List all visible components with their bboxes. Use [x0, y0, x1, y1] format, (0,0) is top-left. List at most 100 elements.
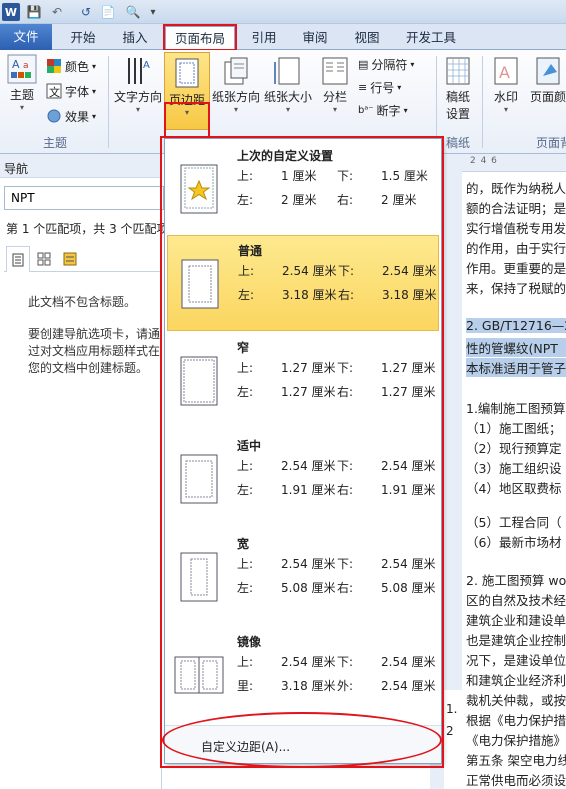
- customize-toolbar-icon[interactable]: ▾: [148, 3, 158, 21]
- left-margin-label: 左:: [237, 385, 254, 399]
- group-label-page-background: 页面背: [535, 136, 566, 150]
- size-label: 纸张大小: [263, 90, 312, 104]
- bottom-margin-value: 1.27 厘米: [381, 361, 436, 375]
- group-label-draft: 稿纸: [445, 136, 470, 150]
- orientation-button[interactable]: 纸张方向 ▾: [210, 56, 262, 114]
- top-margin-value: 2.54 厘米: [281, 557, 336, 571]
- page-color-label: 页面颜: [529, 90, 566, 104]
- tab-nav-headings[interactable]: [6, 246, 30, 272]
- size-button[interactable]: 纸张大小 ▾: [262, 56, 314, 114]
- margin-option-normal[interactable]: 普通 上: 2.54 厘米 下: 2.54 厘米 左: 3.18 厘米 右: 3.18 厘米: [167, 235, 439, 331]
- margin-option-mirrored[interactable]: 镜像 上: 2.54 厘米 下: 2.54 厘米 里: 3.18 厘米 外: 2.54 厘米: [167, 627, 439, 723]
- top-margin-label: 上:: [238, 264, 255, 278]
- watermark-label: 水印: [493, 90, 518, 104]
- tab-review[interactable]: 审阅: [292, 26, 338, 50]
- themes-label: 主题: [9, 88, 34, 102]
- chevron-down-icon: ▾: [92, 86, 97, 96]
- margin-option-narrow[interactable]: 窄 上: 1.27 厘米 下: 1.27 厘米 左: 1.27 厘米 右: 1.27 厘米: [167, 333, 439, 429]
- margin-option-moderate[interactable]: 适中 上: 2.54 厘米 下: 2.54 厘米 左: 1.91 厘米 右: 1.91 厘米: [167, 431, 439, 527]
- columns-icon: [322, 57, 348, 85]
- new-document-icon[interactable]: 📄: [100, 3, 116, 21]
- custom-margins-menu-item[interactable]: 自定义边距(A)...: [201, 738, 290, 755]
- document-page[interactable]: 的，既作为纳税人应 额的合法证明；是 实行增值税专用发 的作用，由于实行 作用。…: [462, 172, 566, 789]
- group-label-themes: 主题: [42, 136, 67, 150]
- tab-page-layout[interactable]: 页面布局: [165, 26, 235, 50]
- svg-text:A: A: [499, 63, 510, 82]
- doc-line: 《电力保护措施》: [466, 733, 566, 748]
- margin-option-name: 上次的自定义设置: [237, 149, 334, 163]
- chevron-down-icon: ▾: [285, 105, 290, 114]
- top-margin-label: 上:: [237, 459, 254, 473]
- last-custom-margin-icon: [180, 164, 218, 214]
- text-direction-button[interactable]: A 文字方向 ▾: [112, 56, 164, 114]
- save-icon[interactable]: 💾: [26, 3, 42, 21]
- themes-button[interactable]: A a 主题 ▾: [4, 54, 40, 112]
- left-margin-value: 1.27 厘米: [281, 385, 336, 399]
- tab-references[interactable]: 引用: [242, 26, 286, 50]
- left-margin-label: 左:: [238, 288, 255, 302]
- outside-margin-value: 2.54 厘米: [381, 679, 436, 693]
- left-margin-label: 左:: [237, 581, 254, 595]
- breaks-button[interactable]: ▤ 分隔符 ▾: [358, 54, 414, 74]
- doc-line: 额的合法证明；是: [466, 201, 566, 216]
- theme-fonts-label: 字体: [65, 84, 90, 99]
- columns-button[interactable]: 分栏 ▾: [318, 56, 352, 114]
- results-icon: [63, 252, 77, 266]
- chevron-down-icon: ▾: [403, 105, 408, 115]
- quick-access-toolbar: W 💾 ↶ ↺ 📄 🔍 ▾: [0, 0, 566, 24]
- tab-home[interactable]: 开始: [60, 26, 106, 50]
- orientation-label: 纸张方向: [211, 90, 260, 104]
- paper-size-icon: [274, 57, 300, 85]
- text-direction-label: 文字方向: [113, 90, 162, 104]
- right-margin-value: 2 厘米: [381, 193, 417, 207]
- nav-no-headings-message: 此文档不包含标题。: [28, 295, 137, 309]
- watermark-button[interactable]: A 水印 ▾: [488, 56, 524, 114]
- print-preview-icon[interactable]: 🔍: [122, 3, 144, 21]
- doc-line: 建筑企业和建设单: [466, 613, 566, 628]
- tab-developer[interactable]: 开发工具: [398, 26, 464, 50]
- doc-line: （6）最新市场材: [466, 535, 562, 550]
- margin-option-name: 窄: [237, 341, 250, 355]
- left-margin-value: 3.18 厘米: [282, 288, 337, 302]
- bottom-margin-label: 下:: [337, 459, 354, 473]
- bottom-margin-value: 2.54 厘米: [381, 459, 436, 473]
- top-margin-label: 上:: [237, 169, 254, 183]
- tab-insert[interactable]: 插入: [112, 26, 158, 50]
- margin-option-wide[interactable]: 宽 上: 2.54 厘米 下: 2.54 厘米 左: 5.08 厘米 右: 5.08 厘米: [167, 529, 439, 625]
- undo-icon[interactable]: ↶: [46, 3, 68, 21]
- margin-option-name: 镜像: [237, 635, 262, 649]
- nav-search-input[interactable]: [4, 186, 164, 210]
- draft-paper-button[interactable]: 稿纸 设置: [440, 56, 476, 122]
- nav-pane-title: 导航: [0, 154, 162, 178]
- breaks-label: 分隔符: [371, 57, 408, 72]
- tab-view[interactable]: 视图: [344, 26, 390, 50]
- margin-option-last-custom[interactable]: 上次的自定义设置 上: 1 厘米 下: 1.5 厘米 左: 2 厘米 右: 2 厘米: [167, 141, 439, 237]
- doc-line: 根据《电力保护措: [466, 713, 566, 728]
- inside-margin-label: 里:: [237, 679, 254, 693]
- tab-nav-results[interactable]: [58, 246, 82, 272]
- redo-icon[interactable]: ↺: [78, 3, 94, 21]
- top-margin-value: 2.54 厘米: [281, 655, 336, 669]
- page-color-button[interactable]: 页面颜: [528, 56, 566, 105]
- right-margin-value: 3.18 厘米: [382, 288, 437, 302]
- theme-colors-button[interactable]: 颜色 ▾: [46, 56, 96, 76]
- horizontal-ruler[interactable]: 2 4 6: [462, 154, 566, 172]
- navigation-pane: 导航 第 1 个匹配项，共 3 个匹配项 此文档不包含标题。 要创建导航选项卡，…: [0, 154, 169, 789]
- bottom-margin-value: 2.54 厘米: [381, 655, 436, 669]
- wide-margin-icon: [180, 552, 218, 602]
- margins-button[interactable]: 页边距 ▾: [164, 52, 210, 130]
- page-color-icon: [536, 57, 560, 85]
- line-numbers-button[interactable]: ≡ 行号 ▾: [358, 77, 401, 97]
- document-margin-strip: 1. 2: [444, 690, 462, 789]
- tab-nav-pages[interactable]: [32, 246, 56, 272]
- top-margin-value: 2.54 厘米: [282, 264, 337, 278]
- theme-effects-button[interactable]: 效果 ▾: [46, 106, 96, 126]
- hyphenation-icon: bᵃ⁻: [358, 104, 374, 116]
- tab-file[interactable]: 文件: [0, 24, 52, 50]
- word-logo-icon[interactable]: W: [2, 3, 20, 21]
- bottom-margin-value: 2.54 厘米: [382, 264, 437, 278]
- theme-fonts-button[interactable]: 文 字体 ▾: [46, 81, 96, 101]
- svg-text:A: A: [12, 58, 20, 71]
- hyphenation-button[interactable]: bᵃ⁻ 断字 ▾: [358, 100, 408, 120]
- doc-line: 来，保持了税赋的: [466, 281, 566, 296]
